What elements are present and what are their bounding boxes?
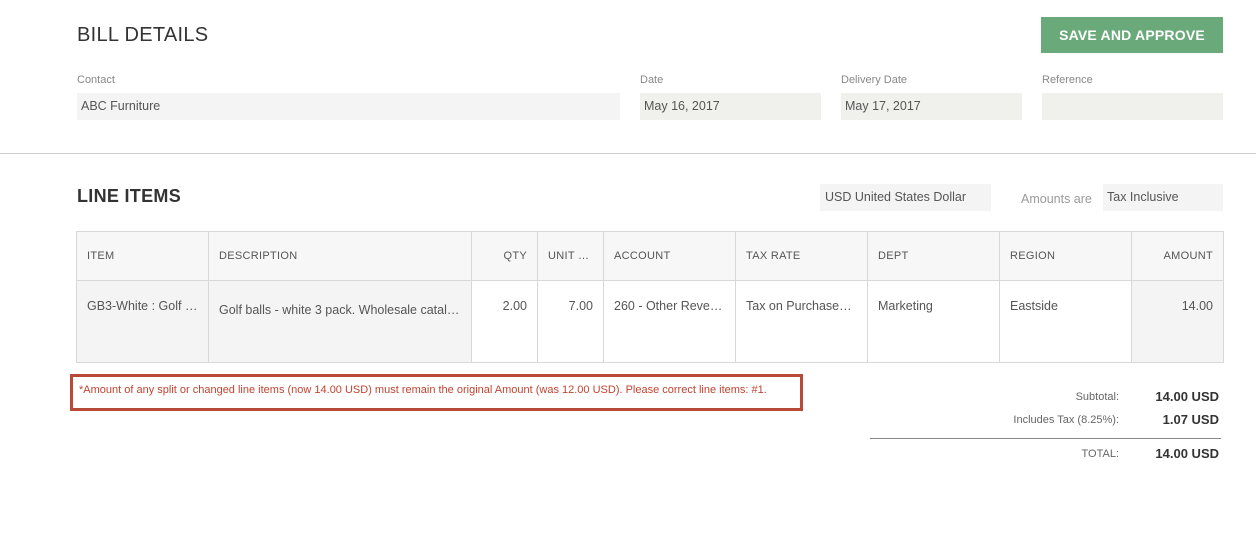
column-header-account[interactable]: ACCOUNT [603,231,736,281]
dept-cell[interactable]: Marketing [867,280,1000,363]
total-value: 14.00 USD [1155,446,1219,461]
validation-error-message: *Amount of any split or changed line ite… [70,374,803,411]
column-header-description[interactable]: DESCRIPTION [208,231,472,281]
table-header-row: ITEM DESCRIPTION QTY UNIT P... ACCOUNT T… [76,231,1224,281]
qty-cell[interactable]: 2.00 [471,280,538,363]
table-row: GB3-White : Golf balls Golf balls - whit… [76,280,1224,363]
contact-input[interactable]: ABC Furniture [77,93,620,120]
amounts-are-label: Amounts are [1021,192,1092,206]
region-cell[interactable]: Eastside [999,280,1132,363]
column-header-amount[interactable]: AMOUNT [1131,231,1224,281]
account-cell[interactable]: 260 - Other Revenue [603,280,736,363]
section-divider [0,153,1256,154]
delivery-date-label: Delivery Date [841,74,908,86]
tax-label: Includes Tax (8.25%): [1013,414,1119,426]
subtotal-value: 14.00 USD [1155,389,1219,404]
total-label: TOTAL: [1081,448,1120,460]
column-header-unit-price[interactable]: UNIT P... [537,231,604,281]
tax-value: 1.07 USD [1162,412,1219,427]
tax-rate-cell[interactable]: Tax on Purchases (8.25%) [735,280,868,363]
totals-divider [870,438,1221,439]
amounts-are-select[interactable]: Tax Inclusive [1103,184,1223,211]
contact-label: Contact [77,74,115,86]
delivery-date-input[interactable]: May 17, 2017 [841,93,1022,120]
description-cell[interactable]: Golf balls - white 3 pack. Wholesale cat… [208,280,472,363]
line-items-title: LINE ITEMS [77,186,182,206]
currency-select[interactable]: USD United States Dollar [820,184,991,211]
item-cell[interactable]: GB3-White : Golf balls [76,280,209,363]
reference-input[interactable] [1042,93,1223,120]
date-label: Date [640,74,664,86]
reference-label: Reference [1042,74,1093,86]
column-header-dept[interactable]: DEPT [867,231,1000,281]
column-header-item[interactable]: ITEM [76,231,209,281]
page-title: BILL DETAILS [77,24,209,46]
subtotal-label: Subtotal: [1075,391,1119,403]
column-header-qty[interactable]: QTY [471,231,538,281]
date-input[interactable]: May 16, 2017 [640,93,821,120]
save-and-approve-button[interactable]: SAVE AND APPROVE [1041,17,1223,53]
unit-price-cell[interactable]: 7.00 [537,280,604,363]
column-header-tax-rate[interactable]: TAX RATE [735,231,868,281]
amount-cell[interactable]: 14.00 [1131,280,1224,363]
line-items-table: ITEM DESCRIPTION QTY UNIT P... ACCOUNT T… [76,231,1224,363]
column-header-region[interactable]: REGION [999,231,1132,281]
